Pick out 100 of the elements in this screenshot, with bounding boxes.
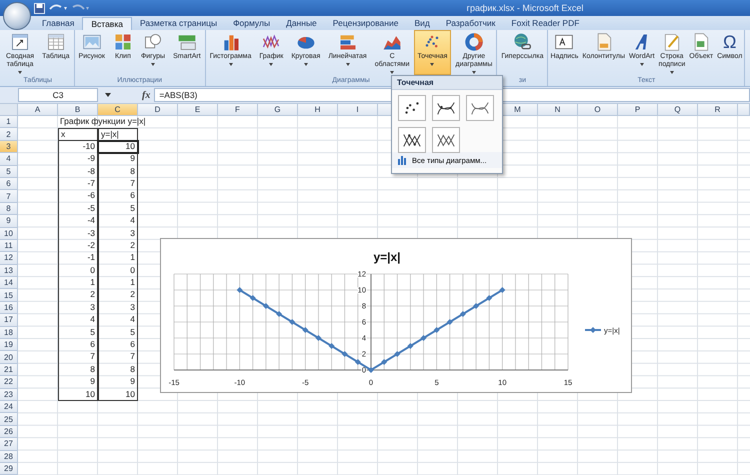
row-header[interactable]: 3: [0, 140, 18, 154]
row-header[interactable]: 9: [0, 215, 18, 228]
row-header[interactable]: 16: [0, 302, 18, 314]
table-cell[interactable]: 7: [58, 351, 98, 364]
row-header[interactable]: 11: [0, 240, 18, 252]
table-cell[interactable]: График функции y=|x|: [58, 116, 178, 128]
chart-subtype-option[interactable]: [432, 127, 460, 153]
table-cell[interactable]: 1: [58, 277, 98, 290]
table-cell[interactable]: x: [58, 128, 98, 141]
column-header[interactable]: A: [18, 104, 58, 116]
column-header[interactable]: C: [98, 104, 138, 116]
table-cell[interactable]: 8: [98, 364, 138, 376]
table-cell[interactable]: 9: [58, 376, 98, 389]
row-header[interactable]: 6: [0, 178, 18, 190]
column-header[interactable]: O: [578, 104, 618, 116]
column-header[interactable]: Q: [658, 104, 698, 116]
table-cell[interactable]: 5: [98, 326, 138, 340]
table-cell[interactable]: 1: [98, 252, 138, 265]
ribbon-tab[interactable]: Формулы: [225, 17, 278, 30]
table-cell[interactable]: -3: [58, 228, 98, 240]
table-cell[interactable]: 4: [98, 314, 138, 327]
ribbon-tab[interactable]: Разметка страницы: [132, 17, 226, 30]
table-cell[interactable]: 10: [58, 388, 98, 401]
row-header[interactable]: 26: [0, 426, 18, 438]
table-cell[interactable]: -7: [58, 178, 98, 190]
chart-subtype-option[interactable]: [466, 95, 494, 121]
column-header[interactable]: P: [618, 104, 658, 116]
table-cell[interactable]: 3: [98, 228, 138, 240]
table-cell[interactable]: 2: [98, 240, 138, 252]
table-cell[interactable]: 5: [98, 202, 138, 216]
office-button[interactable]: [3, 2, 31, 30]
chart-subtype-option[interactable]: [432, 95, 460, 121]
table-cell[interactable]: 7: [98, 178, 138, 190]
row-header[interactable]: 27: [0, 438, 18, 451]
table-cell[interactable]: 4: [58, 314, 98, 327]
row-header[interactable]: 29: [0, 462, 18, 475]
column-header[interactable]: I: [338, 104, 378, 116]
table-cell[interactable]: -4: [58, 215, 98, 228]
table-cell[interactable]: -8: [58, 166, 98, 178]
column-header[interactable]: E: [178, 104, 218, 116]
row-header[interactable]: 22: [0, 376, 18, 389]
column-header[interactable]: D: [138, 104, 178, 116]
column-header[interactable]: H: [298, 104, 338, 116]
table-cell[interactable]: 6: [98, 190, 138, 203]
column-header[interactable]: B: [58, 104, 98, 116]
row-header[interactable]: 2: [0, 128, 18, 141]
chart-subtype-option[interactable]: [398, 95, 426, 121]
table-cell[interactable]: 3: [58, 302, 98, 314]
table-cell[interactable]: 10: [98, 140, 138, 154]
ribbon-tab[interactable]: Разработчик: [438, 17, 504, 30]
row-header[interactable]: 20: [0, 351, 18, 364]
column-header[interactable]: F: [218, 104, 258, 116]
row-header[interactable]: 18: [0, 326, 18, 340]
row-header[interactable]: 21: [0, 364, 18, 376]
ribbon-tab[interactable]: Главная: [34, 17, 82, 30]
row-header[interactable]: 1: [0, 116, 18, 128]
ribbon-tab[interactable]: Foxit Reader PDF: [503, 17, 588, 30]
ribbon-tab[interactable]: Вид: [406, 17, 438, 30]
table-cell[interactable]: 8: [98, 166, 138, 178]
table-cell[interactable]: 9: [98, 153, 138, 166]
table-cell[interactable]: 0: [98, 264, 138, 278]
table-cell[interactable]: 3: [98, 302, 138, 314]
chart-subtype-option[interactable]: [398, 127, 426, 153]
table-cell[interactable]: -9: [58, 153, 98, 166]
row-header[interactable]: 14: [0, 277, 18, 290]
table-cell[interactable]: y=|x|: [98, 128, 138, 141]
column-header[interactable]: R: [698, 104, 738, 116]
table-cell[interactable]: -6: [58, 190, 98, 203]
row-header[interactable]: 13: [0, 264, 18, 278]
row-header[interactable]: 19: [0, 339, 18, 352]
row-header[interactable]: 15: [0, 289, 18, 302]
table-cell[interactable]: 6: [58, 339, 98, 352]
ribbon-tab[interactable]: Вставка: [82, 17, 132, 30]
table-cell[interactable]: 9: [98, 376, 138, 389]
row-header[interactable]: 28: [0, 450, 18, 463]
save-icon[interactable]: [34, 2, 45, 14]
table-cell[interactable]: 10: [98, 388, 138, 401]
table-cell[interactable]: 1: [98, 277, 138, 290]
function-button[interactable]: fx: [142, 90, 150, 100]
row-header[interactable]: 10: [0, 228, 18, 240]
table-cell[interactable]: 7: [98, 351, 138, 364]
table-cell[interactable]: -1: [58, 252, 98, 265]
table-cell[interactable]: 6: [98, 339, 138, 352]
table-cell[interactable]: 2: [58, 289, 98, 302]
row-header[interactable]: 5: [0, 166, 18, 178]
ribbon-tab[interactable]: Рецензирование: [324, 17, 406, 30]
row-header[interactable]: 4: [0, 153, 18, 166]
column-header[interactable]: G: [258, 104, 298, 116]
row-header[interactable]: 12: [0, 252, 18, 265]
row-header[interactable]: 25: [0, 413, 18, 426]
table-cell[interactable]: 5: [58, 326, 98, 340]
name-box[interactable]: C3: [18, 88, 98, 102]
table-cell[interactable]: 4: [98, 215, 138, 228]
table-cell[interactable]: 8: [58, 364, 98, 376]
row-header[interactable]: 8: [0, 202, 18, 216]
table-cell[interactable]: 0: [58, 264, 98, 278]
row-header[interactable]: 7: [0, 190, 18, 203]
table-cell[interactable]: -5: [58, 202, 98, 216]
table-cell[interactable]: -2: [58, 240, 98, 252]
table-cell[interactable]: 2: [98, 289, 138, 302]
